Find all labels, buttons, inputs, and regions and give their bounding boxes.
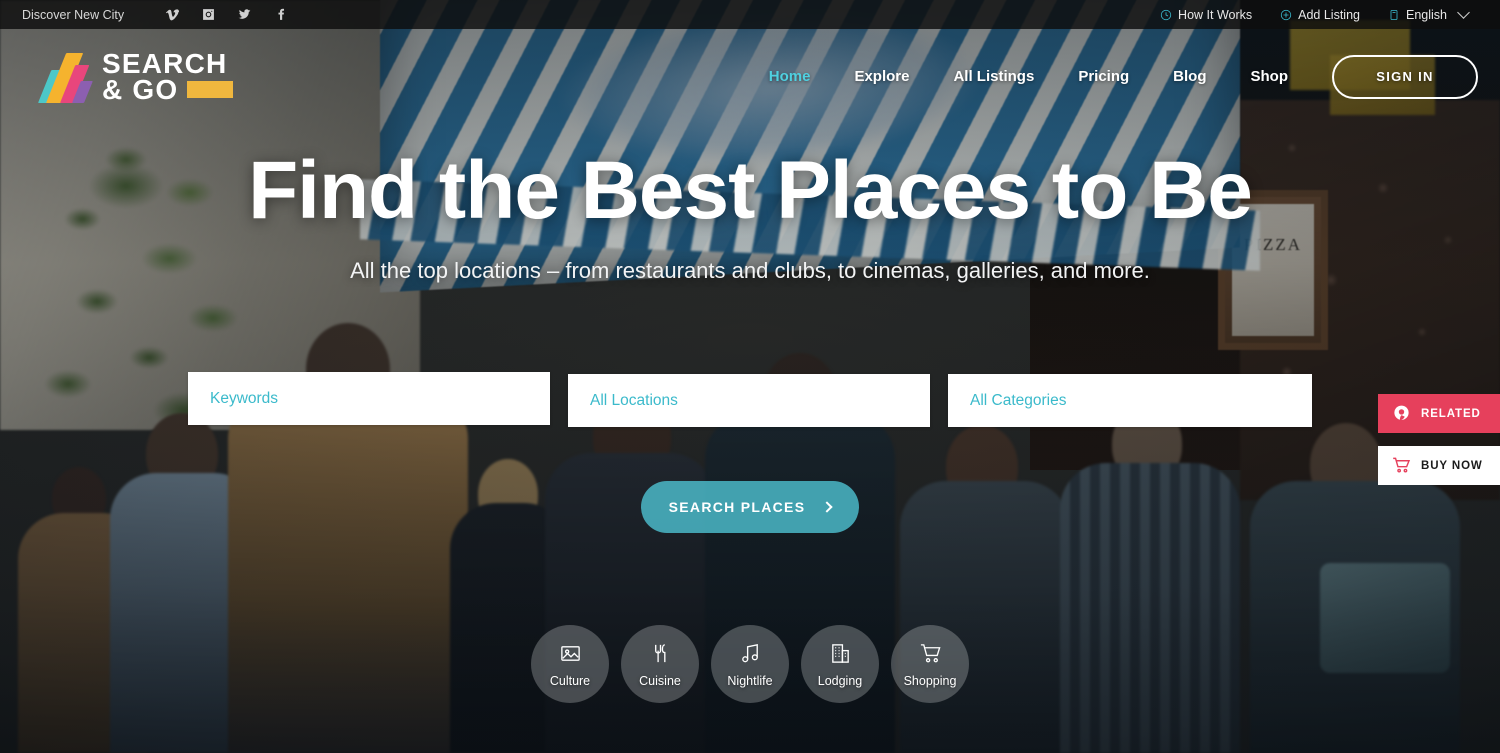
nav-item-shop[interactable]: Shop — [1229, 69, 1311, 84]
category-label: Cuisine — [639, 673, 681, 688]
hero-content: Find the Best Places to Be All the top l… — [0, 150, 1500, 284]
buy-now-label: BUY NOW — [1421, 459, 1483, 472]
search-places-button[interactable]: SEARCH PLACES — [641, 481, 859, 533]
buy-now-tab[interactable]: BUY NOW — [1378, 446, 1500, 485]
search-form: Keywords All Locations All Categories — [188, 372, 1312, 427]
category-shortcuts: Culture Cuisine Nightlife Lodging Shoppi… — [525, 625, 975, 703]
add-listing-label: Add Listing — [1298, 7, 1360, 22]
main-navigation: Home Explore All Listings Pricing Blog S… — [747, 54, 1500, 99]
how-it-works-link[interactable]: How It Works — [1146, 0, 1266, 29]
language-label: English — [1406, 7, 1447, 22]
keywords-input[interactable]: Keywords — [188, 372, 550, 425]
site-header: SEARCH & GO Home Explore All Listings Pr… — [0, 29, 1500, 124]
category-culture[interactable]: Culture — [531, 625, 609, 703]
top-bar-left: Discover New City — [0, 0, 298, 29]
site-tagline: Discover New City — [22, 7, 125, 22]
nav-item-pricing[interactable]: Pricing — [1056, 69, 1151, 84]
category-label: Lodging — [817, 673, 863, 688]
category-nightlife[interactable]: Nightlife — [711, 625, 789, 703]
search-places-label: SEARCH PLACES — [668, 499, 806, 515]
nav-item-explore[interactable]: Explore — [832, 69, 931, 84]
hero-subtitle: All the top locations – from restaurants… — [350, 258, 1150, 283]
vimeo-icon[interactable] — [154, 0, 190, 29]
plus-circle-icon — [1280, 9, 1292, 20]
facebook-icon[interactable] — [262, 0, 298, 29]
side-widgets: RELATED BUY NOW — [1378, 394, 1500, 485]
add-listing-link[interactable]: Add Listing — [1266, 0, 1374, 29]
category-shopping[interactable]: Shopping — [891, 625, 969, 703]
category-label: Nightlife — [727, 673, 773, 688]
how-it-works-label: How It Works — [1178, 7, 1253, 22]
nav-item-all-listings[interactable]: All Listings — [931, 69, 1056, 84]
clock-icon — [1160, 9, 1172, 20]
social-links — [154, 0, 298, 29]
location-select[interactable]: All Locations — [568, 374, 930, 427]
nav-item-home[interactable]: Home — [747, 69, 833, 84]
music-note-icon — [739, 641, 762, 667]
site-logo[interactable]: SEARCH & GO — [0, 47, 234, 105]
image-icon — [559, 641, 582, 667]
top-bar-right: How It Works Add Listing English — [1146, 0, 1500, 29]
logo-wordmark: SEARCH & GO — [102, 47, 234, 105]
logo-line-1: SEARCH — [102, 47, 228, 79]
category-cuisine[interactable]: Cuisine — [621, 625, 699, 703]
language-selector[interactable]: English — [1374, 0, 1482, 29]
sign-in-button[interactable]: SIGN IN — [1332, 54, 1478, 99]
chevron-down-icon — [1457, 6, 1470, 19]
instagram-icon[interactable] — [190, 0, 226, 29]
shopping-cart-icon — [919, 641, 942, 667]
category-label: Culture — [549, 673, 591, 688]
cutlery-icon — [649, 641, 672, 667]
twitter-icon[interactable] — [226, 0, 262, 29]
top-bar: Discover New City How It Works Add Listi… — [0, 0, 1500, 29]
logo-chip — [187, 80, 234, 98]
category-lodging[interactable]: Lodging — [801, 625, 879, 703]
nav-item-blog[interactable]: Blog — [1151, 69, 1228, 84]
related-tab[interactable]: RELATED — [1378, 394, 1500, 433]
building-icon — [829, 641, 852, 667]
related-label: RELATED — [1421, 407, 1481, 420]
chevron-right-icon — [821, 501, 834, 513]
logo-line-2: & GO — [102, 73, 179, 105]
category-label: Shopping — [903, 673, 957, 688]
category-select[interactable]: All Categories — [948, 374, 1312, 427]
flag-icon — [1390, 9, 1398, 20]
hero-title: Find the Best Places to Be — [248, 145, 1253, 236]
logo-mark-icon — [30, 51, 93, 103]
related-pin-icon — [1394, 405, 1409, 421]
page-root: PIZZA — [0, 0, 1500, 753]
shopping-cart-icon — [1393, 457, 1411, 473]
